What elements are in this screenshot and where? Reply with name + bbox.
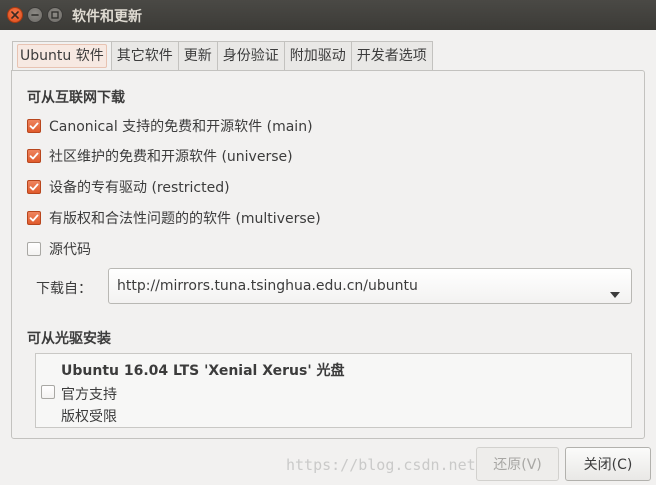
cdrom-list: Ubuntu 16.04 LTS 'Xenial Xerus' 光盘 官方支持 … xyxy=(35,353,632,428)
tab-developer-options[interactable]: 开发者选项 xyxy=(351,41,433,70)
download-from-label: 下载自： xyxy=(36,281,92,297)
tab-bar: Ubuntu 软件 其它软件 更新 身份验证 附加驱动 开发者选项 xyxy=(12,41,433,70)
cdrom-section-heading: 可从光驱安装 xyxy=(27,331,111,347)
universe-option[interactable]: 社区维护的免费和开源软件 (universe) xyxy=(27,146,293,166)
close-button[interactable]: 关闭(C) xyxy=(565,447,651,481)
source-code-checkbox[interactable] xyxy=(27,242,41,256)
cdrom-component-official: 官方支持 xyxy=(61,387,117,403)
title-bar: 软件和更新 xyxy=(0,0,656,30)
tab-updates[interactable]: 更新 xyxy=(178,41,218,70)
dropdown-arrow-icon xyxy=(610,283,620,302)
tab-label: Ubuntu 软件 xyxy=(17,44,107,68)
universe-option-label: 社区维护的免费和开源软件 (universe) xyxy=(49,149,293,165)
cdrom-component-restricted: 版权受限 xyxy=(61,409,117,425)
tab-ubuntu-software[interactable]: Ubuntu 软件 xyxy=(12,41,112,70)
cdrom-checkbox[interactable] xyxy=(41,385,55,399)
revert-button[interactable]: 还原(V) xyxy=(476,447,559,481)
main-checkbox[interactable] xyxy=(27,119,41,133)
window-title: 软件和更新 xyxy=(72,9,142,25)
source-code-option[interactable]: 源代码 xyxy=(27,239,91,259)
close-icon[interactable] xyxy=(7,7,23,23)
multiverse-checkbox[interactable] xyxy=(27,211,41,225)
download-server-combobox[interactable]: http://mirrors.tuna.tsinghua.edu.cn/ubun… xyxy=(108,268,632,304)
cdrom-title: Ubuntu 16.04 LTS 'Xenial Xerus' 光盘 xyxy=(61,363,345,379)
download-server-value: http://mirrors.tuna.tsinghua.edu.cn/ubun… xyxy=(117,278,418,294)
restricted-checkbox[interactable] xyxy=(27,180,41,194)
minimize-icon[interactable] xyxy=(27,7,43,23)
restricted-option-label: 设备的专有驱动 (restricted) xyxy=(49,180,230,196)
main-option[interactable]: Canonical 支持的免费和开源软件 (main) xyxy=(27,116,313,136)
tab-authentication[interactable]: 身份验证 xyxy=(217,41,285,70)
restricted-option[interactable]: 设备的专有驱动 (restricted) xyxy=(27,177,230,197)
main-option-label: Canonical 支持的免费和开源软件 (main) xyxy=(49,119,313,135)
multiverse-option[interactable]: 有版权和合法性问题的的软件 (multiverse) xyxy=(27,208,321,228)
tab-additional-drivers[interactable]: 附加驱动 xyxy=(284,41,352,70)
internet-section-heading: 可从互联网下载 xyxy=(27,90,125,106)
universe-checkbox[interactable] xyxy=(27,149,41,163)
maximize-icon[interactable] xyxy=(47,7,63,23)
tab-other-software[interactable]: 其它软件 xyxy=(111,41,179,70)
multiverse-option-label: 有版权和合法性问题的的软件 (multiverse) xyxy=(49,211,321,227)
source-code-option-label: 源代码 xyxy=(49,242,91,258)
